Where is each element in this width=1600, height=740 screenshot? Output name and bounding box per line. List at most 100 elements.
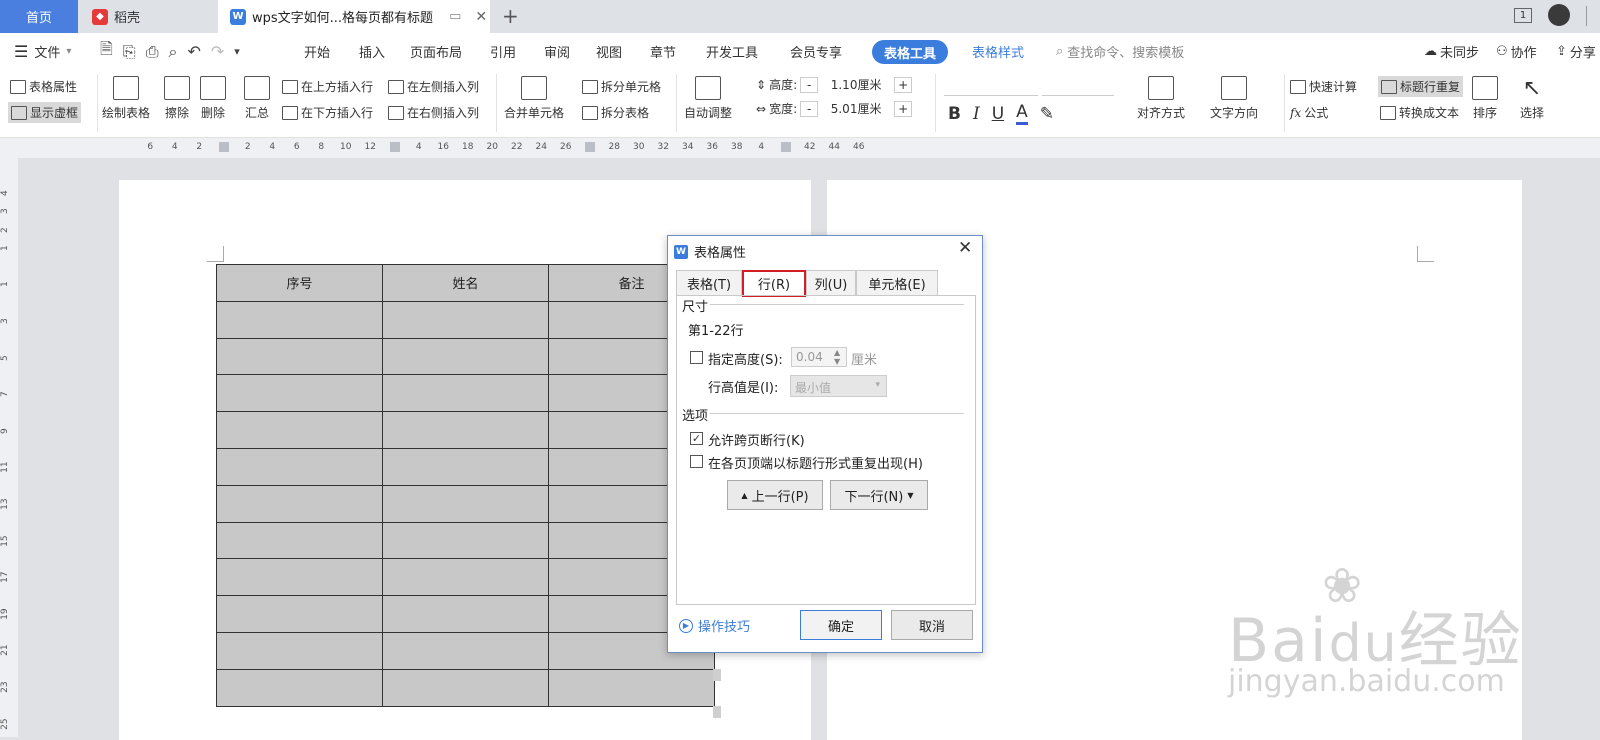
- more-icon[interactable]: ▾: [234, 45, 240, 58]
- menu-table-tools[interactable]: 表格工具: [872, 40, 949, 64]
- tab-row[interactable]: 行(R): [742, 270, 806, 297]
- split-cells-button[interactable]: 拆分单元格: [582, 78, 661, 95]
- print-icon[interactable]: ⎙: [146, 42, 159, 62]
- formula-button[interactable]: fx 公式: [1290, 104, 1328, 121]
- close-icon[interactable]: ✕: [958, 238, 972, 258]
- table-cell[interactable]: [216, 484, 383, 523]
- export-pdf-icon[interactable]: ⎘: [123, 42, 136, 62]
- insert-below-button[interactable]: 在下方插入行: [282, 104, 373, 121]
- table-cell[interactable]: [216, 521, 383, 560]
- table-cell[interactable]: [216, 668, 383, 707]
- table-cell[interactable]: [548, 668, 715, 707]
- table-cell[interactable]: [216, 337, 383, 376]
- height-increase-button[interactable]: +: [894, 76, 913, 93]
- menu-references[interactable]: 引用: [490, 33, 516, 70]
- sort-button[interactable]: 排序: [1472, 76, 1498, 121]
- table-cell[interactable]: [382, 374, 549, 413]
- previous-row-button[interactable]: ▲ 上一行(P): [727, 480, 823, 510]
- page-indicator[interactable]: 1: [1514, 8, 1532, 23]
- width-input[interactable]: 5.01厘米: [821, 100, 891, 117]
- split-table-button[interactable]: 拆分表格: [582, 104, 649, 121]
- height-unit-select[interactable]: 厘米: [851, 349, 877, 368]
- table-cell[interactable]: [382, 595, 549, 633]
- menu-insert[interactable]: 插入: [359, 33, 385, 70]
- height-decrease-button[interactable]: -: [800, 76, 819, 93]
- share-button[interactable]: ⇪ 分享: [1556, 33, 1596, 70]
- font-size-select[interactable]: [1042, 76, 1114, 96]
- menu-table-style[interactable]: 表格样式: [972, 33, 1024, 70]
- table-cell[interactable]: [382, 558, 549, 597]
- highlight-icon[interactable]: ✎: [1040, 104, 1054, 124]
- italic-button[interactable]: I: [973, 104, 980, 124]
- command-search[interactable]: ⌕ 查找命令、搜索模板: [1056, 33, 1184, 70]
- table-cell[interactable]: [382, 447, 549, 486]
- table-header-cell[interactable]: 序号: [216, 264, 383, 302]
- font-family-select[interactable]: [944, 76, 1038, 96]
- save-icon[interactable]: 🗎: [100, 38, 113, 65]
- table-cell[interactable]: [382, 668, 549, 707]
- erase-button[interactable]: 擦除: [164, 76, 190, 121]
- dialog-title-bar[interactable]: W 表格属性: [674, 242, 746, 261]
- font-color-button[interactable]: A: [1016, 102, 1028, 125]
- row-height-mode-select[interactable]: 最小值 ▾: [790, 375, 887, 397]
- tab-table[interactable]: 表格(T): [676, 270, 742, 296]
- width-increase-button[interactable]: +: [894, 100, 913, 117]
- height-spinner-icon[interactable]: ▲ ▼: [834, 348, 840, 366]
- show-gridlines-button[interactable]: 显示虚框: [8, 102, 82, 123]
- ok-button[interactable]: 确定: [800, 610, 882, 640]
- insert-right-button[interactable]: 在右侧插入列: [388, 104, 479, 121]
- avatar[interactable]: [1548, 4, 1570, 26]
- cancel-button[interactable]: 取消: [891, 610, 973, 640]
- repeat-header-checkbox[interactable]: [690, 455, 703, 468]
- new-tab-button[interactable]: +: [502, 4, 519, 28]
- horizontal-ruler[interactable]: 6 4 2 2 4 6 8 10 12 4 16 18 20 22 24 26 28 30 32 34 36 38 4 42 4…: [0, 138, 1600, 158]
- table-cell[interactable]: [216, 374, 383, 413]
- insert-left-button[interactable]: 在左侧插入列: [388, 78, 479, 95]
- header-row-repeat-button[interactable]: 标题行重复: [1378, 76, 1464, 97]
- insert-above-button[interactable]: 在上方插入行: [282, 78, 373, 95]
- menu-developer[interactable]: 开发工具: [706, 33, 758, 70]
- menu-member[interactable]: 会员专享: [790, 33, 842, 70]
- close-tab-icon[interactable]: ✕: [475, 9, 487, 25]
- menu-chapter[interactable]: 章节: [650, 33, 676, 70]
- redo-icon[interactable]: ↷: [211, 42, 224, 61]
- sync-button[interactable]: ☁ 未同步: [1424, 33, 1479, 70]
- underline-button[interactable]: U: [992, 104, 1004, 124]
- undo-icon[interactable]: ↶: [187, 42, 200, 61]
- table-cell[interactable]: [382, 484, 549, 523]
- alignment-button[interactable]: 对齐方式: [1137, 76, 1185, 121]
- convert-to-text-button[interactable]: 转换成文本: [1380, 104, 1459, 121]
- menu-page-layout[interactable]: 页面布局: [410, 33, 462, 70]
- vertical-ruler[interactable]: 4 3 2 1 1 3 5 7 9 11 13 15 17 19 21 23 25: [0, 158, 18, 737]
- tips-link[interactable]: ▶ 操作技巧: [679, 616, 750, 635]
- specify-height-checkbox[interactable]: [690, 351, 703, 364]
- table-cell[interactable]: [216, 300, 383, 339]
- table-cell[interactable]: [216, 447, 383, 486]
- summary-button[interactable]: 汇总: [244, 76, 270, 121]
- draw-table-button[interactable]: 绘制表格: [102, 76, 150, 121]
- table-header-cell[interactable]: 姓名: [382, 264, 549, 302]
- table-cell[interactable]: [382, 631, 549, 670]
- print-preview-icon[interactable]: ⌕: [169, 42, 178, 62]
- collab-button[interactable]: ⚇ 协作: [1496, 33, 1537, 70]
- file-menu[interactable]: ☰ 文件 ▾: [14, 33, 71, 70]
- quick-calc-button[interactable]: 快速计算: [1290, 78, 1357, 95]
- tab-home[interactable]: 首页: [0, 0, 78, 33]
- pin-icon[interactable]: ▭: [449, 9, 461, 24]
- document-table[interactable]: 序号 姓名 备注: [216, 264, 715, 707]
- auto-fit-button[interactable]: 自动调整: [684, 76, 732, 121]
- menu-home[interactable]: 开始: [304, 33, 330, 70]
- table-cell[interactable]: [382, 337, 549, 376]
- table-cell[interactable]: [216, 411, 383, 449]
- width-decrease-button[interactable]: -: [800, 100, 819, 117]
- merge-cells-button[interactable]: 合并单元格: [504, 76, 564, 121]
- tab-active-document[interactable]: W wps文字如何...格每页都有标题 ▭ ✕: [218, 0, 490, 33]
- text-direction-button[interactable]: 文字方向: [1210, 76, 1258, 121]
- delete-button[interactable]: 删除: [200, 76, 226, 121]
- tab-cell[interactable]: 单元格(E): [856, 270, 938, 296]
- select-button[interactable]: ↖ 选择: [1520, 76, 1544, 121]
- table-cell[interactable]: [216, 558, 383, 597]
- bold-button[interactable]: B: [948, 104, 961, 124]
- table-cell[interactable]: [382, 411, 549, 449]
- table-cell[interactable]: [382, 300, 549, 339]
